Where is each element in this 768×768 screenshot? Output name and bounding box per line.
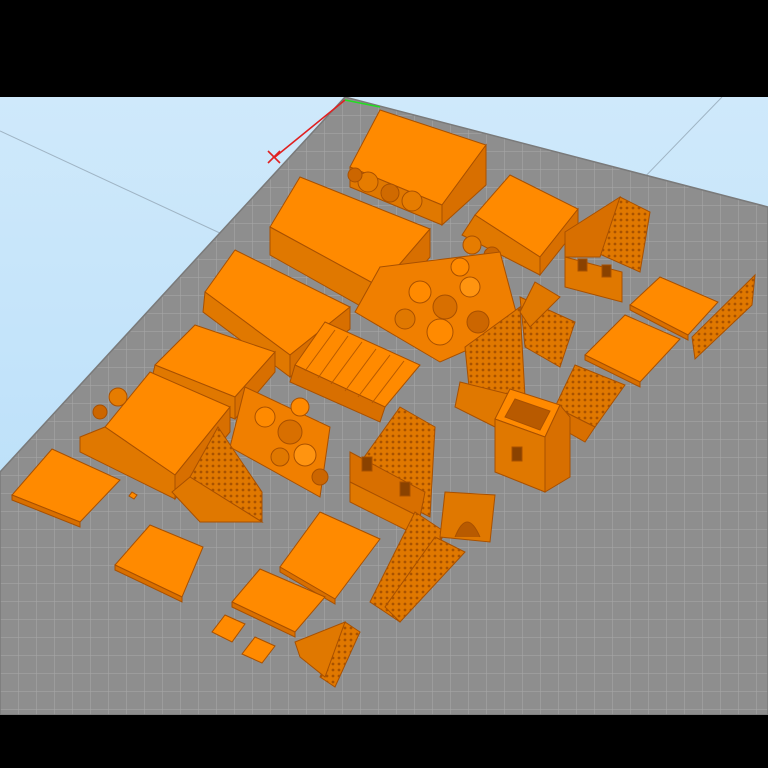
scene-canvas[interactable] [0,97,768,715]
app-window [0,0,768,768]
model-arch-piece[interactable] [439,491,496,543]
model-open-box-building[interactable] [494,388,571,493]
3d-viewport[interactable] [0,97,768,715]
